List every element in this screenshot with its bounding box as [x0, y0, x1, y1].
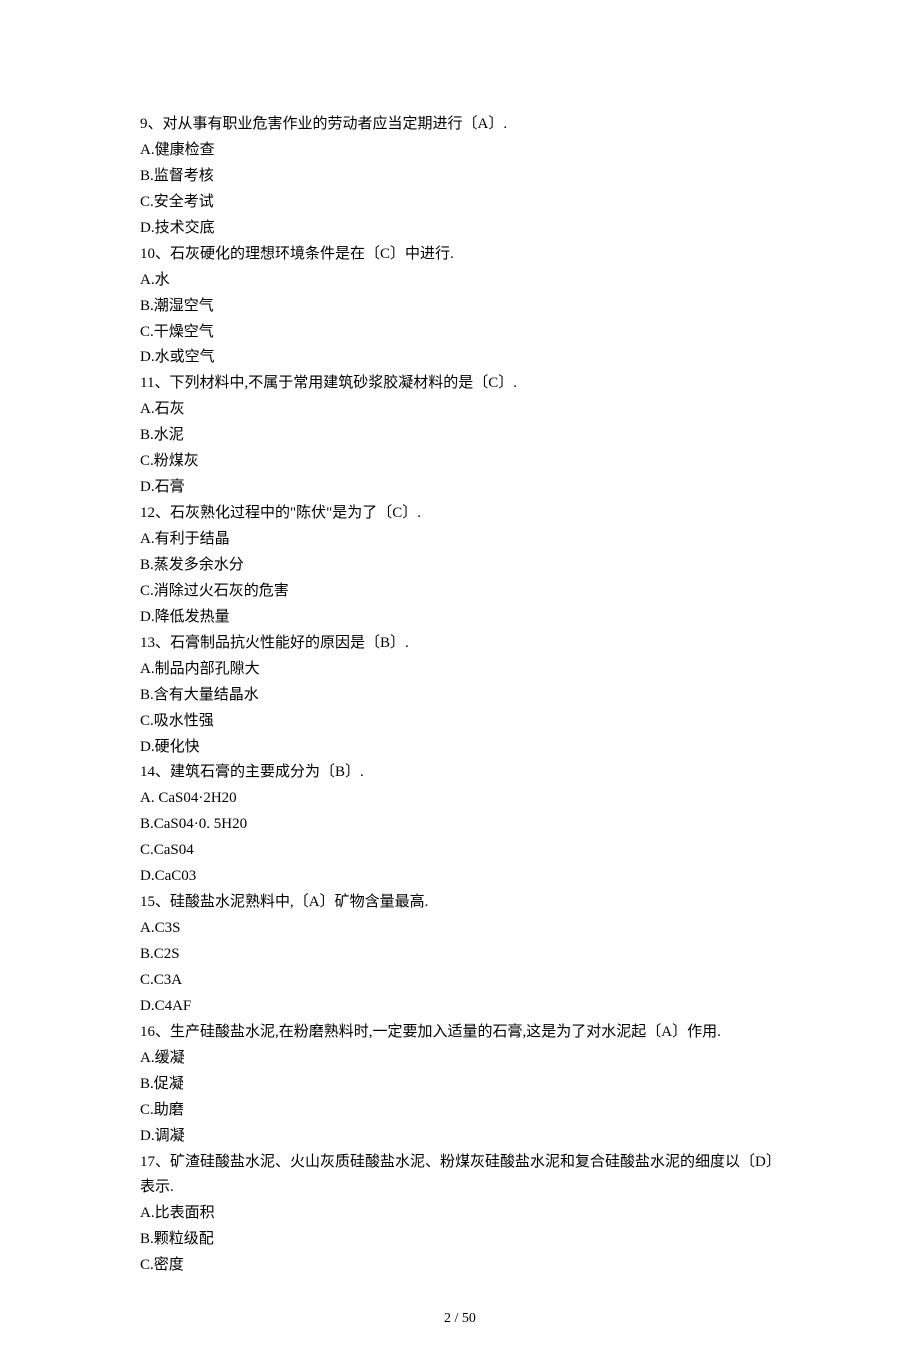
text-line: 13、石膏制品抗火性能好的原因是〔B〕. — [140, 631, 780, 657]
text-line: B.CaS04·0. 5H20 — [140, 812, 780, 838]
text-line: A.水 — [140, 268, 780, 294]
text-line: 9、对从事有职业危害作业的劳动者应当定期进行〔A〕. — [140, 112, 780, 138]
text-line: D.调凝 — [140, 1124, 780, 1150]
text-line: C.干燥空气 — [140, 320, 780, 346]
text-line: B.促凝 — [140, 1072, 780, 1098]
text-line: D.C4AF — [140, 994, 780, 1020]
text-line: 11、下列材料中,不属于常用建筑砂浆胶凝材料的是〔C〕. — [140, 371, 780, 397]
text-line: 12、石灰熟化过程中的"陈伏"是为了〔C〕. — [140, 501, 780, 527]
text-line: A. CaS04·2H20 — [140, 786, 780, 812]
text-line: D.水或空气 — [140, 345, 780, 371]
text-line: D.CaC03 — [140, 864, 780, 890]
text-line: 15、硅酸盐水泥熟料中,〔A〕矿物含量最高. — [140, 890, 780, 916]
text-line: C.吸水性强 — [140, 709, 780, 735]
document-content: 9、对从事有职业危害作业的劳动者应当定期进行〔A〕. A.健康检查 B.监督考核… — [140, 112, 780, 1279]
text-line: B.潮湿空气 — [140, 294, 780, 320]
text-line: 10、石灰硬化的理想环境条件是在〔C〕中进行. — [140, 242, 780, 268]
text-line: C.C3A — [140, 968, 780, 994]
text-line: A.有利于结晶 — [140, 527, 780, 553]
text-line: A.健康检查 — [140, 138, 780, 164]
text-line: C.粉煤灰 — [140, 449, 780, 475]
text-line: D.石膏 — [140, 475, 780, 501]
text-line: 16、生产硅酸盐水泥,在粉磨熟料时,一定要加入适量的石膏,这是为了对水泥起〔A〕… — [140, 1020, 780, 1046]
text-line: 17、矿渣硅酸盐水泥、火山灰质硅酸盐水泥、粉煤灰硅酸盐水泥和复合硅酸盐水泥的细度… — [140, 1150, 780, 1202]
text-line: A.制品内部孔隙大 — [140, 657, 780, 683]
text-line: A.比表面积 — [140, 1201, 780, 1227]
text-line: B.含有大量结晶水 — [140, 683, 780, 709]
text-line: C.CaS04 — [140, 838, 780, 864]
text-line: C.密度 — [140, 1253, 780, 1279]
text-line: D.降低发热量 — [140, 605, 780, 631]
text-line: C.助磨 — [140, 1098, 780, 1124]
text-line: C.消除过火石灰的危害 — [140, 579, 780, 605]
text-line: C.安全考试 — [140, 190, 780, 216]
text-line: B.C2S — [140, 942, 780, 968]
text-line: B.颗粒级配 — [140, 1227, 780, 1253]
text-line: D.硬化快 — [140, 735, 780, 761]
text-line: 14、建筑石膏的主要成分为〔B〕. — [140, 760, 780, 786]
text-line: D.技术交底 — [140, 216, 780, 242]
text-line: B.监督考核 — [140, 164, 780, 190]
text-line: B.蒸发多余水分 — [140, 553, 780, 579]
text-line: A.缓凝 — [140, 1046, 780, 1072]
text-line: B.水泥 — [140, 423, 780, 449]
page-footer: 2 / 50 — [140, 1307, 780, 1331]
text-line: A.石灰 — [140, 397, 780, 423]
text-line: A.C3S — [140, 916, 780, 942]
